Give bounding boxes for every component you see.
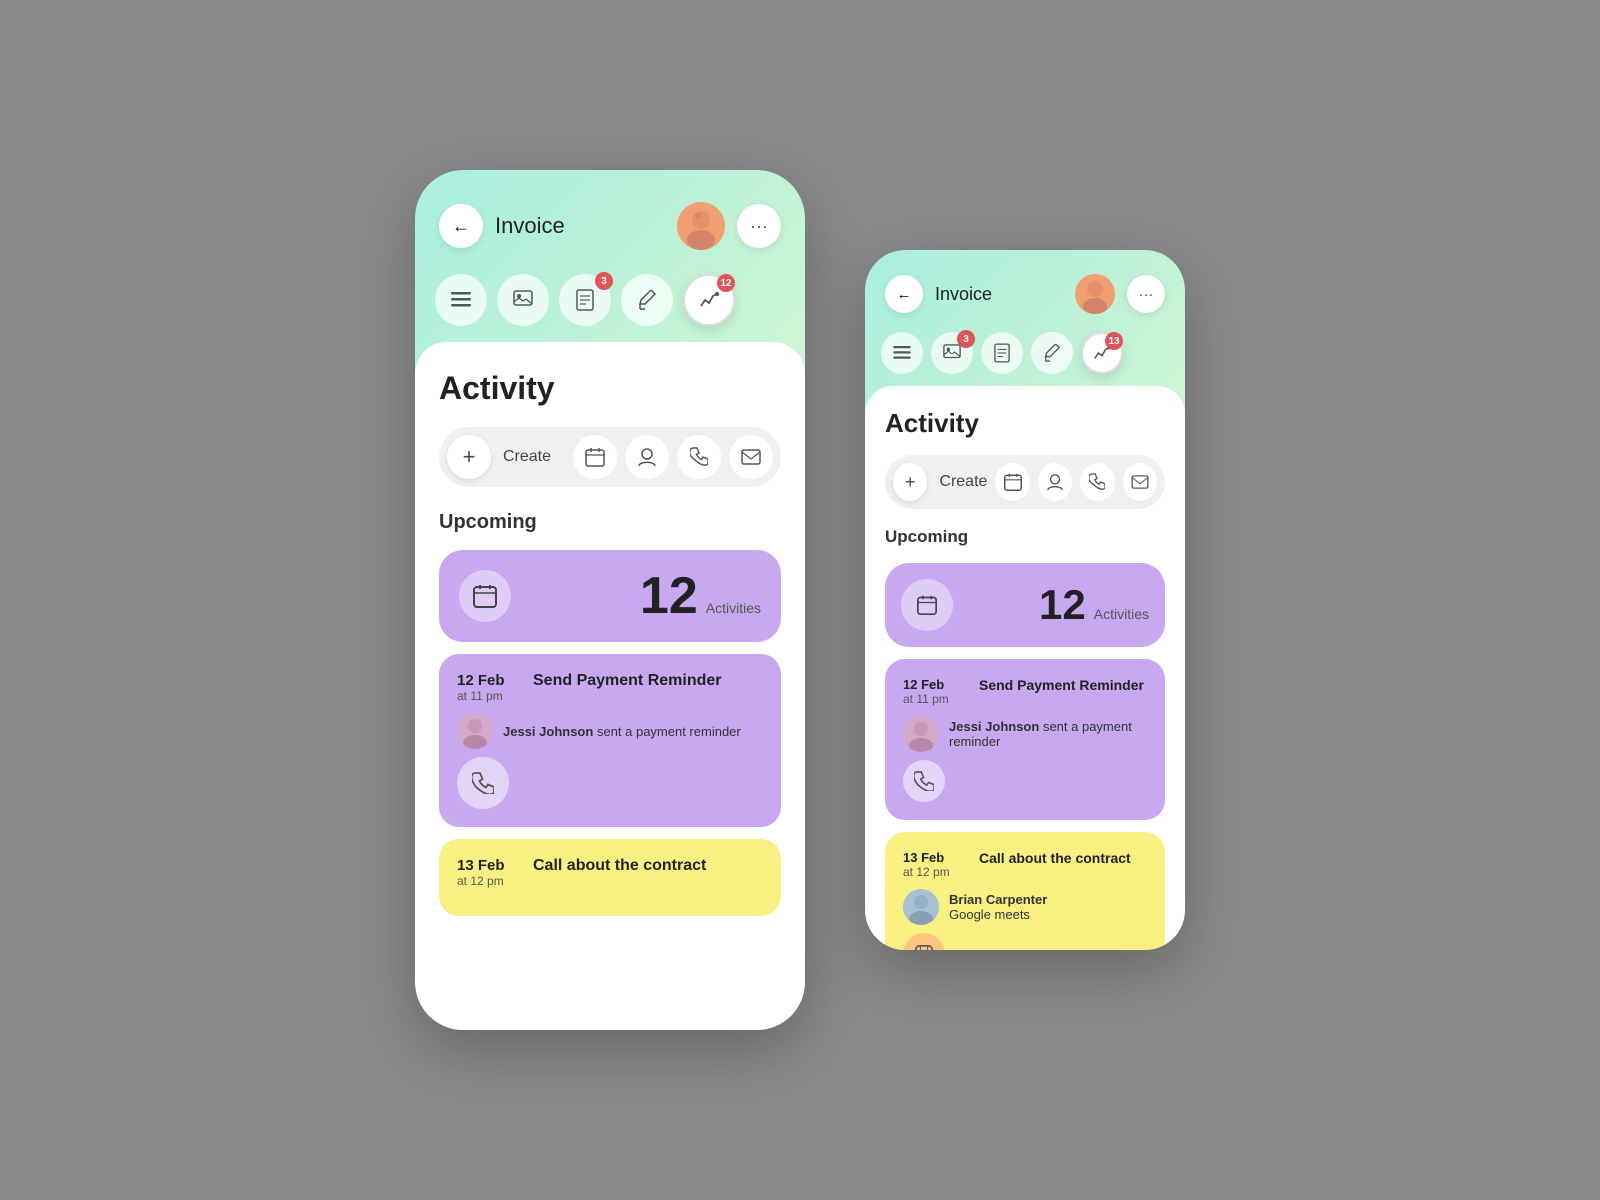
- chart-badge: 12: [717, 274, 735, 292]
- create-calendar-btn[interactable]: [573, 435, 617, 479]
- icon-btn-edit[interactable]: [621, 274, 673, 326]
- icon-btn-doc-2[interactable]: [981, 332, 1023, 374]
- card-2-title: Call about the contract: [533, 857, 763, 875]
- count-label: Activities: [706, 600, 761, 616]
- icon-btn-doc[interactable]: 3: [559, 274, 611, 326]
- create-mail-btn-2[interactable]: [1123, 463, 1157, 501]
- avatar-2: [1075, 274, 1115, 314]
- card-2-1-icon: [903, 760, 945, 802]
- more-button[interactable]: ···: [737, 204, 781, 248]
- image-badge-2: 3: [957, 330, 975, 348]
- card-2-2-icon: [903, 933, 945, 950]
- activities-count-2: 12 Activities: [1039, 584, 1149, 626]
- phone-1-content: ← Invoice ···: [415, 170, 805, 1030]
- card-1-title: Send Payment Reminder: [533, 672, 763, 690]
- card-2-date: 13 Feb at 12 pm: [457, 857, 517, 888]
- phone-2: ← Invoice ··· 3: [865, 250, 1185, 950]
- create-calendar-btn-2[interactable]: [995, 463, 1029, 501]
- header: ← Invoice ···: [415, 170, 805, 266]
- activities-block: 12 Activities: [439, 550, 781, 642]
- more-button-2[interactable]: ···: [1127, 275, 1165, 313]
- create-label: Create: [499, 448, 565, 466]
- page-title: Invoice: [495, 213, 665, 239]
- doc-badge: 3: [595, 272, 613, 290]
- activity-title-2: Activity: [885, 408, 1165, 439]
- create-phone-btn[interactable]: [677, 435, 721, 479]
- white-card: Activity + Create Upcoming: [415, 342, 805, 1030]
- back-button-2[interactable]: ←: [885, 275, 923, 313]
- card-2-1-date: 12 Feb at 11 pm: [903, 677, 963, 706]
- icon-btn-chart[interactable]: 12: [683, 274, 735, 326]
- icon-btn-image[interactable]: [497, 274, 549, 326]
- activities-block-2: 12 Activities: [885, 563, 1165, 647]
- icon-btn-list[interactable]: [435, 274, 487, 326]
- activity-card-2: 13 Feb at 12 pm Call about the contract: [439, 839, 781, 916]
- back-button[interactable]: ←: [439, 204, 483, 248]
- person-2-1-avatar: [903, 716, 939, 752]
- avatar-image: [677, 202, 725, 250]
- phone-1: ← Invoice ···: [415, 170, 805, 1030]
- activity-title: Activity: [439, 370, 781, 407]
- avatar-image-2: [1075, 274, 1115, 314]
- count-label-2: Activities: [1094, 606, 1149, 622]
- card-1-person-text: Jessi Johnson sent a payment reminder: [503, 724, 741, 739]
- icon-row-2: 3 13: [865, 326, 1185, 386]
- card-2-header: 13 Feb at 12 pm Call about the contract: [457, 857, 763, 888]
- create-mail-btn[interactable]: [729, 435, 773, 479]
- plus-button-2[interactable]: +: [893, 463, 927, 501]
- activity-card-1: 12 Feb at 11 pm Send Payment Reminder Je…: [439, 654, 781, 827]
- upcoming-title: Upcoming: [439, 511, 781, 534]
- icon-btn-image-2[interactable]: 3: [931, 332, 973, 374]
- chart-badge-2: 13: [1105, 332, 1123, 350]
- icon-btn-edit-2[interactable]: [1031, 332, 1073, 374]
- card-1-person: Jessi Johnson sent a payment reminder: [457, 713, 763, 749]
- page-title-2: Invoice: [935, 284, 1063, 305]
- create-label-2: Create: [935, 473, 987, 491]
- card-2-2-header: 13 Feb at 12 pm Call about the contract: [903, 850, 1147, 879]
- card-2-2-person: Brian Carpenter Google meets: [903, 889, 1147, 925]
- header-2: ← Invoice ···: [865, 250, 1185, 326]
- plus-button[interactable]: +: [447, 435, 491, 479]
- avatar: [677, 202, 725, 250]
- icon-row: 3 12: [415, 266, 805, 342]
- card-1-date: 12 Feb at 11 pm: [457, 672, 517, 703]
- count-number: 12: [640, 570, 698, 622]
- activity-card-2-2: 13 Feb at 12 pm Call about the contract …: [885, 832, 1165, 950]
- create-person-btn[interactable]: [625, 435, 669, 479]
- icon-btn-list-2[interactable]: [881, 332, 923, 374]
- person-1-avatar: [457, 713, 493, 749]
- calendar-icon: [459, 570, 511, 622]
- create-person-btn-2[interactable]: [1038, 463, 1072, 501]
- create-phone-btn-2[interactable]: [1080, 463, 1114, 501]
- person-2-2-avatar: [903, 889, 939, 925]
- phone-2-content: ← Invoice ··· 3: [865, 250, 1185, 950]
- card-2-2-title: Call about the contract: [979, 850, 1147, 866]
- upcoming-title-2: Upcoming: [885, 527, 1165, 547]
- card-2-1-person-text: Jessi Johnson sent a payment reminder: [949, 719, 1147, 749]
- card-2-2-person-text: Brian Carpenter Google meets: [949, 892, 1047, 922]
- calendar-icon-2: [901, 579, 953, 631]
- white-card-2: Activity + Create Upcoming: [865, 386, 1185, 950]
- card-2-1-person: Jessi Johnson sent a payment reminder: [903, 716, 1147, 752]
- card-2-2-date: 13 Feb at 12 pm: [903, 850, 963, 879]
- activity-card-2-1: 12 Feb at 11 pm Send Payment Reminder Je…: [885, 659, 1165, 820]
- card-1-icon: [457, 757, 509, 809]
- activities-count: 12 Activities: [640, 570, 761, 622]
- icon-btn-chart-2[interactable]: 13: [1081, 332, 1123, 374]
- count-number-2: 12: [1039, 584, 1086, 626]
- card-2-1-title: Send Payment Reminder: [979, 677, 1147, 693]
- card-2-1-header: 12 Feb at 11 pm Send Payment Reminder: [903, 677, 1147, 706]
- create-bar: + Create: [439, 427, 781, 487]
- card-1-header: 12 Feb at 11 pm Send Payment Reminder: [457, 672, 763, 703]
- create-bar-2: + Create: [885, 455, 1165, 509]
